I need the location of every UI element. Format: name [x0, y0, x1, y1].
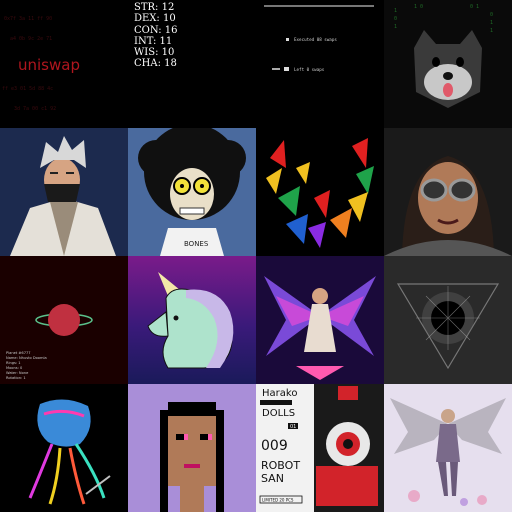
- harako-dolls-poster-tile[interactable]: Harako DOLLS 01 009 ROBOT SAN LIMITED 20…: [256, 384, 384, 512]
- svg-text:Water: None: Water: None: [6, 371, 29, 375]
- robot-text: ROBOT: [261, 459, 300, 472]
- angel-warrior-tile[interactable]: [384, 384, 512, 512]
- series-number: 01: [290, 424, 296, 430]
- pixel-punk-art: [160, 402, 224, 512]
- uniswap-wordmark-tile[interactable]: 0x7f 3a 11 ff 90 a4 0b 9c 2e 71 ff e3 01…: [0, 0, 128, 128]
- stat-str: STR: 12: [134, 2, 175, 13]
- uniswap-wordmark: uniswap: [18, 56, 80, 74]
- neon-creature-tile[interactable]: [0, 384, 128, 512]
- geometric-triangles-tile[interactable]: [256, 128, 384, 256]
- goggles-portrait-art: [384, 156, 512, 256]
- winged-figure-tile[interactable]: [256, 256, 384, 384]
- dolls-text: DOLLS: [262, 408, 295, 419]
- stat-cha: CHA: 18: [134, 58, 177, 70]
- terminal-line-1: Executed 08 swaps: [294, 37, 337, 42]
- svg-text:Rotation: 1: Rotation: 1: [6, 376, 26, 380]
- masked-anime-character-tile[interactable]: [0, 128, 128, 256]
- svg-text:Name: Nhusto Doomla: Name: Nhusto Doomla: [6, 356, 47, 360]
- stat-int: INT: 11: [134, 35, 173, 47]
- terminal-line-2: Left 0 swaps: [294, 67, 325, 72]
- unicorn-tile[interactable]: [128, 256, 256, 384]
- svg-text:1 0: 1 0: [414, 4, 423, 10]
- limited-text: LIMITED 20 PCS: [262, 498, 294, 503]
- svg-text:ff e3 01 5d 88 4c: ff e3 01 5d 88 4c: [2, 86, 53, 92]
- svg-text:1: 1: [490, 28, 493, 34]
- dark-orb-art: [396, 283, 500, 370]
- loot-stats-tile[interactable]: STR: 12 DEX: 10 CON: 16 INT: 11 WIS: 10 …: [128, 0, 256, 128]
- svg-text:0: 0: [394, 16, 397, 22]
- stat-wis: WIS: 10: [134, 47, 175, 59]
- shirt-text: BONES: [184, 240, 209, 248]
- winged-figure-art: [264, 276, 376, 380]
- svg-text:3d 7a 00 c1 92: 3d 7a 00 c1 92: [14, 106, 56, 112]
- anime-character-art: [10, 136, 116, 256]
- svg-text:Moons: 0: Moons: 0: [6, 366, 23, 370]
- stats-list: STR: 12 DEX: 10 CON: 16 INT: 11 WIS: 10 …: [134, 2, 178, 70]
- brand-text: Harako: [262, 388, 297, 399]
- angel-warrior-art: [390, 398, 506, 506]
- svg-text:Planet #6777: Planet #6777: [6, 351, 31, 355]
- svg-text:1: 1: [394, 24, 397, 30]
- svg-text:1: 1: [394, 8, 397, 14]
- svg-text:0: 0: [490, 12, 493, 18]
- planet-ring-tile[interactable]: Planet #6777 Name: Nhusto Doomla Rings: …: [0, 256, 128, 384]
- svg-text:0 1: 0 1: [470, 4, 479, 10]
- dark-orb-triangle-tile[interactable]: [384, 256, 512, 384]
- goggles-portrait-tile[interactable]: [384, 128, 512, 256]
- terminal-text-tile[interactable]: Executed 08 swaps Left 0 swaps: [256, 0, 384, 128]
- nft-gallery-grid: 0x7f 3a 11 ff 90 a4 0b 9c 2e 71 ff e3 01…: [0, 0, 512, 512]
- uniswap-tile-art: 0x7f 3a 11 ff 90 a4 0b 9c 2e 71 ff e3 01…: [2, 16, 80, 112]
- svg-text:0x7f 3a 11 ff 90: 0x7f 3a 11 ff 90: [4, 16, 52, 22]
- edition-number: 009: [261, 438, 288, 454]
- pixel-punk-tile[interactable]: [128, 384, 256, 512]
- stat-con: CON: 16: [134, 24, 178, 36]
- planet-art: Planet #6777 Name: Nhusto Doomla Rings: …: [6, 304, 93, 380]
- afro-skeleton-tile[interactable]: BONES: [128, 128, 256, 256]
- matrix-dog-tile[interactable]: 1 0 1 0 1 1 1 0 0 1: [384, 0, 512, 128]
- svg-text:1: 1: [490, 20, 493, 26]
- san-text: SAN: [261, 472, 284, 485]
- unicorn-art: [147, 272, 234, 369]
- stat-dex: DEX: 10: [134, 13, 176, 25]
- matrix-dog-art: 1 0 1 0 1 1 1 0 0 1: [394, 4, 493, 108]
- triangles-art: [266, 138, 374, 248]
- svg-text:a4 0b 9c 2e 71: a4 0b 9c 2e 71: [10, 36, 52, 42]
- terminal-tile-art: Executed 08 swaps Left 0 swaps: [264, 5, 374, 72]
- neon-creature-art: [28, 399, 111, 505]
- harako-poster-art: Harako DOLLS 01 009 ROBOT SAN LIMITED 20…: [259, 384, 384, 512]
- svg-text:Rings: 1: Rings: 1: [6, 361, 21, 365]
- afro-skeleton-art: BONES: [138, 128, 246, 256]
